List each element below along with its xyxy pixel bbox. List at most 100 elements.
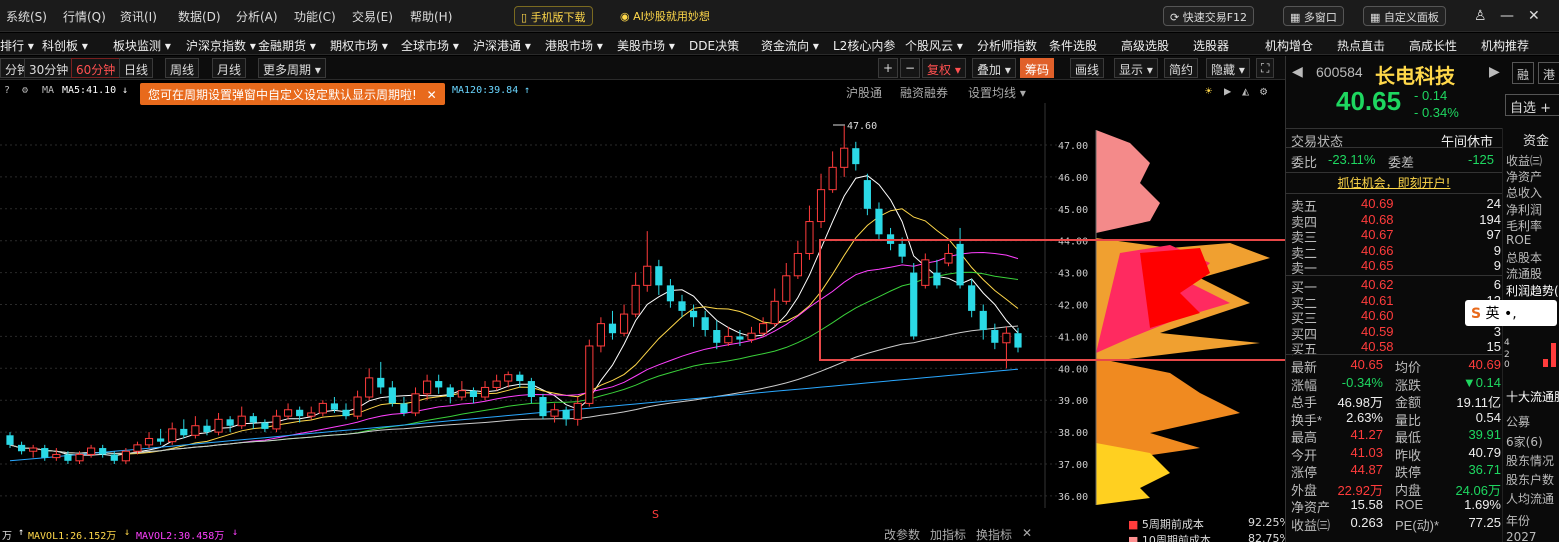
quick-trade-button[interactable]: ⟳ 快速交易F12	[1163, 6, 1255, 26]
finance-item: 净利润	[1506, 202, 1543, 217]
stat-value: 24.06万	[1455, 482, 1501, 498]
period-day-tab[interactable]: 日线	[119, 58, 154, 78]
candle-body	[631, 284, 640, 315]
finance-tab[interactable]: 资金	[1523, 130, 1549, 149]
price-axis-label: 39.00	[1058, 396, 1088, 407]
settings-icon[interactable]: ⚙	[22, 85, 28, 96]
nav-item[interactable]: 期权市场 ▾	[330, 37, 388, 54]
add-watchlist-button[interactable]: 自选 +	[1505, 94, 1559, 116]
chips-button[interactable]: 筹码	[1020, 58, 1055, 78]
stat-label: 内盘	[1395, 482, 1422, 498]
more-periods-dropdown[interactable]: 更多周期 ▾	[258, 58, 326, 78]
nav-item[interactable]: 分析师指数	[977, 37, 1037, 54]
mobile-download-button[interactable]: ▯ 手机版下载	[514, 6, 593, 26]
simple-mode-button[interactable]: 简约	[1164, 58, 1199, 78]
nav-item[interactable]: 金融期货 ▾	[258, 37, 316, 54]
nav-item[interactable]: 选股器	[1193, 37, 1229, 54]
hk-connect-link[interactable]: 沪股通	[846, 84, 882, 101]
period-week-tab[interactable]: 周线	[165, 58, 200, 78]
nav-item[interactable]: 机构推荐	[1481, 37, 1529, 54]
hk-badge[interactable]: 港	[1538, 62, 1559, 84]
finance-item: ROE	[1506, 233, 1532, 247]
triangle-icon[interactable]: ◭	[1242, 84, 1249, 98]
user-icon[interactable]: ♙	[1474, 8, 1487, 24]
menu-help[interactable]: 帮助(H)	[410, 8, 452, 25]
ma-settings-dropdown[interactable]: 设置均线 ▾	[968, 84, 1026, 101]
ma20-line	[9, 251, 1019, 455]
nav-item[interactable]: 高级选股	[1121, 37, 1169, 54]
menu-data[interactable]: 数据(D)	[178, 8, 221, 25]
hide-dropdown[interactable]: 隐藏 ▾	[1206, 58, 1250, 78]
ai-assistant-button[interactable]: ◉ AI炒股就用妙想	[614, 6, 716, 26]
nav-item[interactable]: 板块监测 ▾	[113, 37, 171, 54]
candle-body	[1014, 333, 1022, 348]
display-dropdown[interactable]: 显示 ▾	[1114, 58, 1158, 78]
sun-icon[interactable]: ☀	[1205, 84, 1212, 98]
margin-badge[interactable]: 融	[1512, 62, 1534, 84]
gear-icon[interactable]: ⚙	[1260, 84, 1267, 98]
period-30min-tab[interactable]: 30分钟	[24, 58, 74, 78]
next-stock-icon[interactable]: ▶	[1489, 64, 1500, 80]
close-tip-icon[interactable]: ✕	[427, 88, 437, 102]
fullscreen-icon[interactable]: ⛶	[1256, 58, 1275, 78]
close-icon[interactable]: ✕	[1528, 8, 1540, 24]
menu-info[interactable]: 资讯(I)	[120, 8, 157, 25]
menu-function[interactable]: 功能(C)	[294, 8, 336, 25]
period-month-tab[interactable]: 月线	[212, 58, 247, 78]
open-account-link[interactable]: 抓住机会，即刻开户!	[1338, 176, 1451, 190]
nav-item[interactable]: DDE决策	[689, 37, 739, 54]
close-indicator-icon[interactable]: ✕	[1022, 526, 1032, 540]
edit-params-button[interactable]: 改参数	[884, 526, 920, 542]
nav-item[interactable]: 热点直击	[1337, 37, 1385, 54]
nav-item[interactable]: 排行 ▾	[0, 37, 34, 54]
menu-trade[interactable]: 交易(E)	[352, 8, 393, 25]
kline-chart[interactable]: 47.00 46.00 45.00 44.00 43.00 42.00 41.00 40.00…	[0, 103, 1285, 524]
nav-item[interactable]: 沪深京指数 ▾	[186, 37, 256, 54]
minimize-icon[interactable]: —	[1500, 8, 1514, 24]
help-icon[interactable]: ?	[4, 85, 10, 96]
nav-item[interactable]: 机构增仓	[1265, 37, 1313, 54]
status-value: 午间休市	[1441, 135, 1494, 150]
input-method-widget[interactable]: S 英 •,	[1465, 300, 1557, 326]
nav-item[interactable]: 个股风云 ▾	[905, 37, 963, 54]
stat-value: 19.11亿	[1456, 395, 1501, 410]
candle-body	[435, 381, 443, 388]
candle-body	[110, 454, 118, 461]
holder-item[interactable]: 十大流通股	[1506, 388, 1559, 405]
zoom-in-button[interactable]: +	[878, 58, 899, 78]
stat-row: 收益㈢ 0.263 PE(动)* 77.25	[1291, 515, 1501, 533]
candle-body	[29, 447, 38, 452]
nav-item[interactable]: 高成长性	[1409, 37, 1457, 54]
stat-row: 净资产 15.58 ROE 1.69%	[1291, 497, 1501, 515]
multi-window-button[interactable]: ▦ 多窗口	[1283, 6, 1344, 26]
menu-system[interactable]: 系统(S)	[6, 8, 47, 25]
finance-item: 流通股	[1506, 267, 1543, 282]
nav-item[interactable]: 资金流向 ▾	[761, 37, 819, 54]
nav-item[interactable]: 全球市场 ▾	[401, 37, 459, 54]
custom-panel-button[interactable]: ▦ 自定义面板	[1363, 6, 1446, 26]
chip-area-upper	[1096, 130, 1160, 233]
margin-trading-link[interactable]: 融资融券	[900, 84, 948, 101]
menu-quotes[interactable]: 行情(Q)	[63, 8, 106, 25]
nav-item[interactable]: L2核心内参	[833, 37, 895, 54]
draw-line-button[interactable]: 画线	[1070, 58, 1105, 78]
nav-item[interactable]: 港股市场 ▾	[545, 37, 603, 54]
candle-body	[75, 453, 84, 462]
overlay-dropdown[interactable]: 叠加 ▾	[972, 58, 1016, 78]
candle-body	[991, 330, 999, 343]
flag-icon[interactable]: ▶	[1224, 84, 1231, 98]
period-60min-tab[interactable]: 60分钟	[71, 58, 121, 78]
ask-row[interactable]: 卖一 40.65 9	[1291, 258, 1501, 277]
zoom-out-button[interactable]: −	[900, 58, 921, 78]
swap-indicator-button[interactable]: 换指标	[976, 526, 1012, 542]
nav-item[interactable]: 美股市场 ▾	[617, 37, 675, 54]
nav-item[interactable]: 条件选股	[1049, 37, 1097, 54]
weicha-value: -125	[1468, 152, 1495, 167]
candle-body	[666, 285, 675, 302]
menu-analysis[interactable]: 分析(A)	[236, 8, 278, 25]
add-indicator-button[interactable]: 加指标	[930, 526, 966, 542]
nav-item[interactable]: 沪深港通 ▾	[473, 37, 531, 54]
prev-stock-icon[interactable]: ◀	[1292, 64, 1303, 80]
nav-item[interactable]: 科创板 ▾	[42, 37, 88, 54]
adjust-dropdown[interactable]: 复权 ▾	[922, 58, 966, 78]
